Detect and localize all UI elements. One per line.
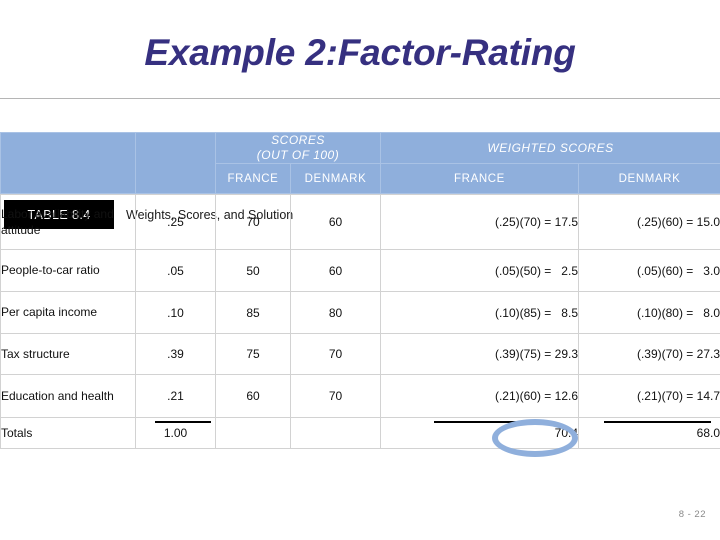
table-caption-strip: TABLE 8.4 Weights, Scores, and Solution [0,99,720,229]
cell-score-france: 75 [215,333,291,375]
cell-weighted-denmark: (.05)(60) = 3.0 [578,249,720,292]
header-group-scores: SCORES (OUT OF 100) [215,132,381,164]
cell-weighted-france: (.21)(60) = 12.6 [380,374,579,418]
factor-rating-table: SCORES (OUT OF 100) WEIGHTED SCORES FRAN… [0,132,720,449]
cell-score-denmark: 80 [290,291,381,334]
cell-weighted-france: (.10)(85) = 8.5 [380,291,579,334]
cell-score-denmark: 70 [290,374,381,418]
cell-weight: .39 [135,333,216,375]
cell-weight: .10 [135,291,216,334]
cell-score-france: 50 [215,249,291,292]
table-row: Tax structure .39 75 70 (.39)(75) = 29.3… [0,333,720,375]
cell-score-france: 85 [215,291,291,334]
cell-totals-label: Totals [0,417,136,449]
header-score-france: FRANCE [215,163,291,194]
cell-ksf: People-to-car ratio [0,249,136,292]
cell-weighted-france: (.05)(50) = 2.5 [380,249,579,292]
cell-score-denmark: 60 [290,249,381,292]
cell-totals-score-denmark [290,417,381,449]
header-weighted-france: FRANCE [380,163,579,194]
page-title: Example 2:Factor-Rating [144,32,576,73]
cell-score-france: 60 [215,374,291,418]
header-blank-weight [135,132,216,194]
cell-weighted-denmark: (.39)(70) = 27.3 [578,333,720,375]
cell-weighted-france: (.25)(70) = 17.5 [380,194,579,250]
header-score-denmark: DENMARK [290,163,381,194]
cell-weight: .05 [135,249,216,292]
header-group-scores-line1: SCORES [271,133,325,147]
highlight-ellipse-annotation [492,419,578,457]
cell-ksf: Education and health [0,374,136,418]
table-row: Per capita income .10 85 80 (.10)(85) = … [0,291,720,334]
cell-weight: .25 [135,194,216,250]
cell-ksf: Tax structure [0,333,136,375]
table-row: Education and health .21 60 70 (.21)(60)… [0,374,720,418]
sum-underline-denmark [604,421,711,423]
table-header-group-row: SCORES (OUT OF 100) WEIGHTED SCORES [0,132,720,194]
cell-score-denmark: 70 [290,333,381,375]
table-row: Labor availability and attitude .25 70 6… [0,194,720,250]
cell-score-france: 70 [215,194,291,250]
cell-weighted-denmark: (.10)(80) = 8.0 [578,291,720,334]
header-group-scores-line2: (OUT OF 100) [256,148,340,162]
cell-ksf: Labor availability and attitude [0,194,136,250]
cell-totals-score-france [215,417,291,449]
cell-weighted-denmark: (.21)(70) = 14.7 [578,374,720,418]
cell-score-denmark: 60 [290,194,381,250]
header-group-weighted-scores: WEIGHTED SCORES [380,132,720,164]
cell-weighted-france: (.39)(75) = 29.3 [380,333,579,375]
header-blank-ksf [0,132,136,194]
table-row: People-to-car ratio .05 50 60 (.05)(50) … [0,249,720,292]
sum-underline-weight [155,421,211,423]
cell-weighted-denmark: (.25)(60) = 15.0 [578,194,720,250]
header-weighted-denmark: DENMARK [578,163,720,194]
page-number: 8 - 22 [678,509,706,520]
cell-ksf: Per capita income [0,291,136,334]
cell-weight: .21 [135,374,216,418]
